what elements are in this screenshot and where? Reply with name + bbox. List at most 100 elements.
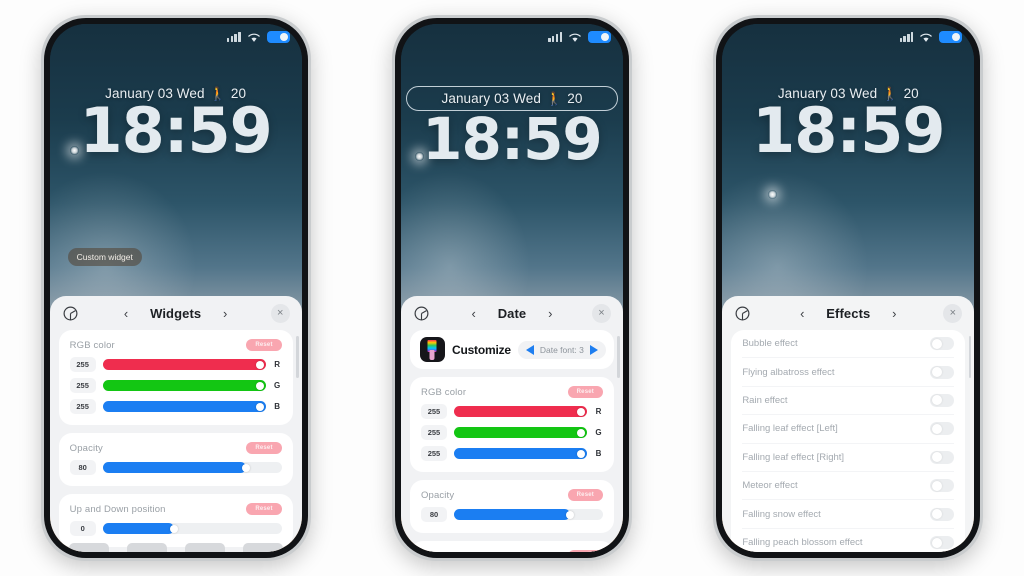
lock-step-count: 20 xyxy=(567,91,583,106)
card-label: RGB color xyxy=(420,386,467,398)
card-header: Opacity Reset xyxy=(70,442,282,454)
nav-tab[interactable] xyxy=(242,543,283,552)
slider-row-g[interactable]: 255 G xyxy=(420,425,603,440)
list-item[interactable]: Falling snow effect xyxy=(742,500,955,529)
slider-knob[interactable] xyxy=(576,428,585,437)
nav-tab[interactable] xyxy=(184,543,225,552)
prev-page-chevron[interactable]: ‹ xyxy=(120,307,132,320)
scrollbar-thumb[interactable] xyxy=(968,336,972,378)
slider-knob[interactable] xyxy=(170,524,179,533)
effect-toggle[interactable] xyxy=(930,507,955,521)
next-page-chevron[interactable]: › xyxy=(219,307,231,320)
slider-knob[interactable] xyxy=(241,463,250,472)
slider-value: 255 xyxy=(69,399,96,414)
list-item[interactable]: Falling leaf effect [Left] xyxy=(742,415,955,444)
slider-knob[interactable] xyxy=(255,381,264,390)
panel-body[interactable]: Customize Date font: 3 RGB color Reset 2… xyxy=(401,330,623,552)
card-header: RGB color Reset xyxy=(70,339,282,351)
slider-channel: B xyxy=(274,402,281,411)
reset-button[interactable]: Reset xyxy=(246,442,282,454)
clock-settings-icon[interactable] xyxy=(734,305,751,322)
effect-toggle[interactable] xyxy=(930,365,955,379)
effect-toggle[interactable] xyxy=(930,337,955,351)
clock-settings-icon[interactable] xyxy=(413,305,430,322)
custom-widget-badge[interactable]: Custom widget xyxy=(67,248,142,266)
nav-tab[interactable] xyxy=(126,543,167,552)
list-item[interactable]: Falling leaf effect [Right] xyxy=(742,444,955,472)
slider-knob[interactable] xyxy=(566,510,575,519)
slider-channel: B xyxy=(595,449,602,458)
phone-screen: January 03 Wed 🚶 20 18:59 ‹ xyxy=(722,24,975,552)
date-font-picker[interactable]: Date font: 3 xyxy=(517,340,606,359)
next-card-partial: Reset xyxy=(409,541,614,552)
slider-row-g[interactable]: 255 G xyxy=(69,378,282,393)
nav-tab[interactable] xyxy=(68,543,109,552)
slider-row-opacity[interactable]: 80 xyxy=(420,507,603,522)
effect-toggle[interactable] xyxy=(930,422,955,436)
reset-button[interactable]: Reset xyxy=(567,550,603,552)
slider-track[interactable] xyxy=(453,509,603,520)
triangle-left-icon[interactable] xyxy=(525,344,534,355)
list-item[interactable]: Rain effect xyxy=(742,387,955,416)
bottom-nav-stub[interactable] xyxy=(50,539,302,552)
panel-header: ‹ Date › × xyxy=(401,296,623,330)
widgets-panel: ‹ Widgets › × RGB color Reset 255 R 255 … xyxy=(49,296,302,552)
prev-page-chevron[interactable]: ‹ xyxy=(468,307,480,320)
wifi-icon xyxy=(569,33,581,42)
list-item[interactable]: Flying albatross effect xyxy=(742,358,955,387)
slider-track[interactable] xyxy=(102,462,282,473)
slider-fill xyxy=(102,401,266,412)
next-page-chevron[interactable]: › xyxy=(544,307,556,320)
panel-title-group: ‹ Date › xyxy=(401,306,623,321)
list-item[interactable]: Falling peach blossom effect xyxy=(742,529,955,552)
slider-track[interactable] xyxy=(453,448,587,459)
close-icon[interactable]: × xyxy=(943,303,963,323)
slider-track[interactable] xyxy=(453,406,587,417)
effect-toggle[interactable] xyxy=(930,479,955,493)
slider-track[interactable] xyxy=(102,359,266,370)
slider-row-b[interactable]: 255 B xyxy=(69,399,282,414)
slider-knob[interactable] xyxy=(576,449,585,458)
slider-row-opacity[interactable]: 80 xyxy=(69,460,282,475)
close-icon[interactable]: × xyxy=(591,303,611,323)
scrollbar-thumb[interactable] xyxy=(617,336,620,378)
wifi-icon xyxy=(920,33,933,42)
reset-button[interactable]: Reset xyxy=(567,489,603,501)
slider-track[interactable] xyxy=(453,427,587,438)
effect-label: Falling leaf effect [Left] xyxy=(742,423,838,435)
slider-row-b[interactable]: 255 B xyxy=(420,446,603,461)
slider-track[interactable] xyxy=(102,380,266,391)
card-header: Reset xyxy=(421,550,603,552)
date-panel: ‹ Date › × Customize Date font: 3 RGB co… xyxy=(400,296,623,552)
slider-row-r[interactable]: 255 R xyxy=(420,404,603,419)
panel-body[interactable]: Bubble effect Flying albatross effect Ra… xyxy=(722,330,974,552)
close-icon[interactable]: × xyxy=(270,303,290,323)
phone-screen: January 03 Wed 🚶 20 18:59 ‹ xyxy=(400,24,623,552)
list-item[interactable]: Bubble effect xyxy=(742,330,955,359)
opacity-card: Opacity Reset 80 xyxy=(58,433,293,486)
slider-track[interactable] xyxy=(102,523,282,534)
reset-button[interactable]: Reset xyxy=(246,339,282,351)
slider-row-updown[interactable]: 0 xyxy=(69,521,282,536)
effect-toggle[interactable] xyxy=(930,450,955,464)
slider-knob[interactable] xyxy=(576,407,585,416)
panel-body[interactable]: RGB color Reset 255 R 255 G 255 B Opacit… xyxy=(50,330,302,552)
prev-page-chevron[interactable]: ‹ xyxy=(796,307,808,320)
battery-icon xyxy=(587,31,611,43)
effect-toggle[interactable] xyxy=(930,536,955,550)
triangle-right-icon[interactable] xyxy=(589,344,598,355)
slider-knob[interactable] xyxy=(255,360,264,369)
list-item[interactable]: Meteor effect xyxy=(742,472,955,501)
reset-button[interactable]: Reset xyxy=(246,503,282,515)
next-page-chevron[interactable]: › xyxy=(888,307,900,320)
scrollbar-thumb[interactable] xyxy=(296,336,299,378)
slider-knob[interactable] xyxy=(255,402,264,411)
slider-value: 255 xyxy=(420,404,447,419)
clock-settings-icon[interactable] xyxy=(62,305,79,322)
customize-row[interactable]: Customize Date font: 3 xyxy=(409,330,614,369)
effect-toggle[interactable] xyxy=(930,393,955,407)
slider-track[interactable] xyxy=(102,401,266,412)
reset-button[interactable]: Reset xyxy=(567,386,603,398)
effect-label: Flying albatross effect xyxy=(742,366,835,378)
slider-row-r[interactable]: 255 R xyxy=(69,357,282,372)
